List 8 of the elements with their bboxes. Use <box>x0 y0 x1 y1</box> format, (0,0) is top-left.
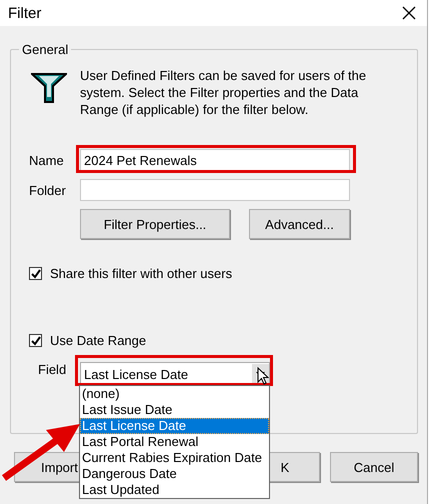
share-label: Share this filter with other users <box>50 266 232 281</box>
window-title: Filter <box>8 4 42 22</box>
folder-label: Folder <box>29 182 67 198</box>
name-label: Name <box>29 152 65 168</box>
group-title: General <box>21 42 70 57</box>
date-range-label: Use Date Range <box>50 333 146 348</box>
field-label: Field <box>37 362 68 377</box>
description-text: User Defined Filters can be saved for users of the system. Select the Filter properties and the Data Range (if applicable) for the filter below. <box>80 67 368 118</box>
